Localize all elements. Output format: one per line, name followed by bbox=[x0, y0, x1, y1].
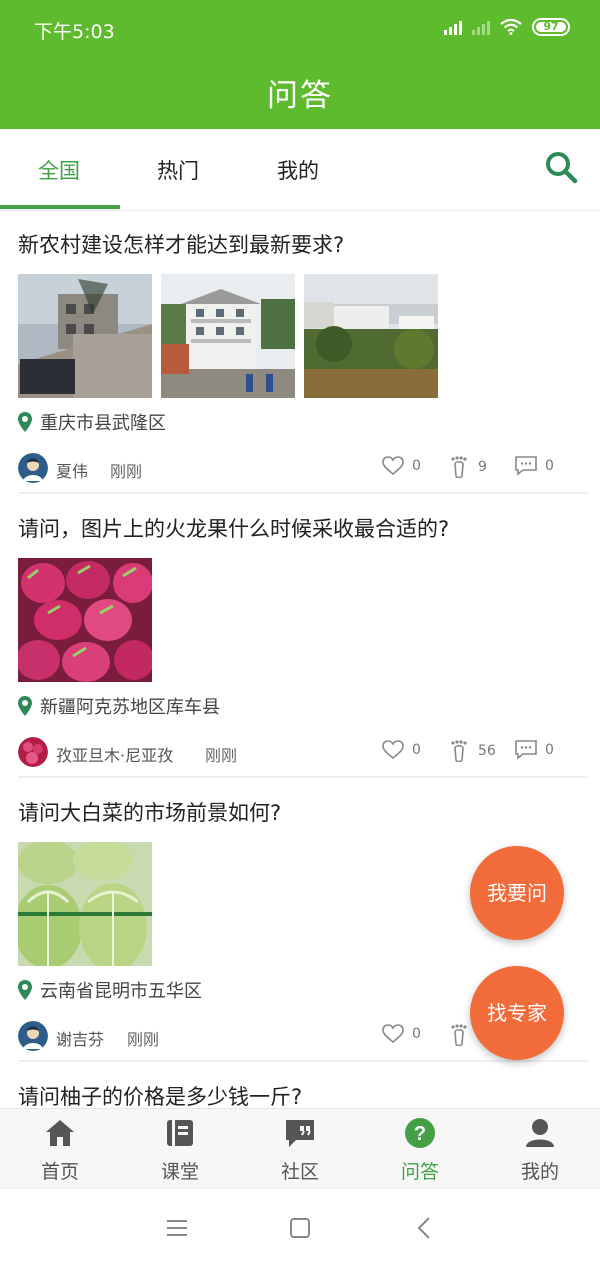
wifi-icon bbox=[500, 19, 522, 35]
comment-stat[interactable]: 0 bbox=[515, 740, 554, 760]
card-divider bbox=[18, 1060, 588, 1062]
location-pin-icon bbox=[18, 412, 32, 432]
signal-secondary-icon bbox=[472, 19, 490, 35]
footprint-count: 9 bbox=[478, 459, 487, 475]
tab-mine[interactable]: 我的 bbox=[277, 155, 319, 185]
question-photo[interactable] bbox=[161, 274, 295, 398]
like-stat[interactable]: 0 bbox=[382, 456, 421, 476]
ask-question-button[interactable]: 我要问 bbox=[470, 846, 564, 940]
footprint-stat: 56 bbox=[448, 740, 496, 762]
nav-label: 我的 bbox=[520, 1161, 559, 1183]
heart-icon bbox=[382, 1024, 404, 1044]
menu-icon[interactable] bbox=[162, 1213, 192, 1243]
question-meta: 夏伟 刚刚 0 9 0 bbox=[18, 453, 588, 485]
location-text: 重庆市县武隆区 bbox=[40, 413, 166, 434]
nav-label: 首页 bbox=[40, 1161, 79, 1183]
question-title[interactable]: 请问柚子的价格是多少钱一斤? bbox=[18, 1081, 302, 1111]
question-photo[interactable] bbox=[18, 842, 152, 966]
signal-icon bbox=[444, 19, 462, 35]
location-pin-icon bbox=[18, 696, 32, 716]
card-divider bbox=[18, 492, 588, 494]
tab-hot[interactable]: 热门 bbox=[157, 155, 199, 185]
footprint-count: 56 bbox=[478, 743, 496, 759]
comment-icon bbox=[515, 456, 537, 476]
question-title[interactable]: 请问，图片上的火龙果什么时候采收最合适的? bbox=[18, 513, 449, 543]
title-bar: 问答 bbox=[0, 58, 600, 129]
avatar[interactable] bbox=[18, 737, 48, 767]
tab-bar: 全国 热门 我的 bbox=[0, 129, 600, 211]
find-expert-button[interactable]: 找专家 bbox=[470, 966, 564, 1060]
quote-chat-icon bbox=[286, 1120, 314, 1147]
post-time: 刚刚 bbox=[127, 1030, 160, 1049]
heart-icon bbox=[382, 740, 404, 760]
author-name[interactable]: 孜亚旦木·尼亚孜 bbox=[56, 742, 173, 766]
nav-classroom[interactable]: 课堂 bbox=[120, 1109, 240, 1189]
active-tab-indicator bbox=[0, 205, 120, 209]
user-icon bbox=[526, 1119, 554, 1147]
question-meta: 孜亚旦木·尼亚孜 刚刚 0 56 0 bbox=[18, 737, 588, 769]
book-icon bbox=[167, 1120, 193, 1146]
author-name[interactable]: 夏伟 bbox=[56, 458, 88, 482]
battery-icon: 97 bbox=[532, 18, 570, 36]
search-icon[interactable] bbox=[543, 149, 579, 185]
svg-text:?: ? bbox=[414, 1123, 426, 1145]
status-icons: 97 bbox=[444, 18, 570, 36]
back-arrow-icon[interactable] bbox=[410, 1213, 440, 1243]
comment-icon bbox=[515, 740, 537, 760]
heart-icon bbox=[382, 456, 404, 476]
bottom-nav: 首页 课堂 社区 ? 问答 我的 bbox=[0, 1108, 600, 1189]
nav-label: 课堂 bbox=[160, 1161, 199, 1183]
tab-nationwide[interactable]: 全国 bbox=[38, 155, 80, 185]
card-divider bbox=[18, 776, 588, 778]
question-location: 重庆市县武隆区 bbox=[18, 409, 166, 435]
question-location: 新疆阿克苏地区库车县 bbox=[18, 693, 220, 719]
like-stat[interactable]: 0 bbox=[382, 1024, 421, 1044]
question-photo[interactable] bbox=[18, 558, 152, 682]
location-text: 新疆阿克苏地区库车县 bbox=[40, 697, 220, 718]
location-pin-icon bbox=[18, 980, 32, 1000]
question-circle-icon: ? bbox=[405, 1118, 435, 1148]
nav-home[interactable]: 首页 bbox=[0, 1109, 120, 1189]
question-title[interactable]: 请问大白菜的市场前景如何? bbox=[18, 797, 281, 827]
question-photo[interactable] bbox=[304, 274, 438, 398]
status-bar: 下午5:03 97 bbox=[0, 0, 600, 58]
footprint-stat bbox=[448, 1024, 470, 1046]
comment-count: 0 bbox=[545, 742, 554, 758]
footprint-icon bbox=[451, 740, 467, 762]
avatar[interactable] bbox=[18, 1021, 48, 1051]
question-location: 云南省昆明市五华区 bbox=[18, 977, 202, 1003]
post-time: 刚刚 bbox=[110, 462, 143, 481]
question-photo[interactable] bbox=[18, 274, 152, 398]
nav-community[interactable]: 社区 bbox=[240, 1109, 360, 1189]
nav-label: 问答 bbox=[400, 1161, 439, 1183]
nav-me[interactable]: 我的 bbox=[480, 1109, 600, 1189]
status-time: 下午5:03 bbox=[34, 21, 115, 43]
like-stat[interactable]: 0 bbox=[382, 740, 421, 760]
location-text: 云南省昆明市五华区 bbox=[40, 981, 202, 1002]
battery-level: 97 bbox=[543, 20, 559, 33]
nav-qa[interactable]: ? 问答 bbox=[360, 1109, 480, 1189]
page-title: 问答 bbox=[267, 78, 333, 114]
home-icon bbox=[46, 1120, 74, 1146]
avatar[interactable] bbox=[18, 453, 48, 483]
author-name[interactable]: 谢吉芬 bbox=[56, 1026, 104, 1050]
like-count: 0 bbox=[412, 742, 421, 758]
comment-stat[interactable]: 0 bbox=[515, 456, 554, 476]
question-title[interactable]: 新农村建设怎样才能达到最新要求? bbox=[18, 229, 344, 259]
footprint-icon bbox=[451, 456, 467, 478]
comment-count: 0 bbox=[545, 458, 554, 474]
footprint-icon bbox=[451, 1024, 467, 1046]
nav-label: 社区 bbox=[280, 1161, 319, 1183]
system-nav-bar bbox=[0, 1188, 600, 1268]
post-time: 刚刚 bbox=[205, 746, 238, 765]
like-count: 0 bbox=[412, 458, 421, 474]
like-count: 0 bbox=[412, 1026, 421, 1042]
home-square-icon[interactable] bbox=[285, 1213, 315, 1243]
footprint-stat: 9 bbox=[448, 456, 487, 478]
